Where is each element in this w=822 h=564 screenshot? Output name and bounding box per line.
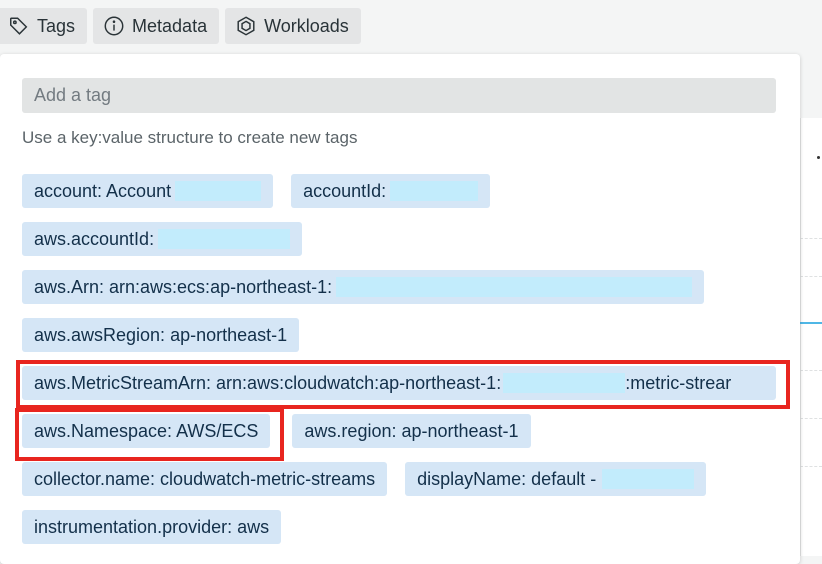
- tag-chip-aws-namespace[interactable]: aws.Namespace: AWS/ECS: [22, 414, 271, 448]
- redacted-value: [158, 229, 291, 249]
- tag-chip-label: displayName: default -: [417, 468, 597, 489]
- background-gridline: [800, 418, 822, 419]
- redacted-value: [390, 181, 479, 201]
- tag-chip-instrumentation-provider[interactable]: instrumentation.provider: aws: [22, 510, 282, 544]
- tag-chip-aws-awsregion[interactable]: aws.awsRegion: ap-northeast-1: [22, 318, 300, 352]
- tag-hint-text: Use a key:value structure to create new …: [22, 128, 358, 147]
- background-gridline: [800, 238, 822, 239]
- tag-chip-label: aws.Arn: arn:aws:ecs:ap-northeast-1:: [34, 276, 333, 297]
- redacted-value: [602, 469, 695, 489]
- background-gridline: [800, 276, 822, 277]
- background-marker: [817, 156, 820, 159]
- tag-chip-aws-accountid[interactable]: aws.accountId:: [22, 222, 303, 256]
- tag-list: account: Account accountId: aws.accountI…: [22, 174, 782, 558]
- redacted-value: [175, 181, 262, 201]
- tag-chip-label: account: Account: [34, 180, 172, 201]
- tab-bar: Tags Metadata Workloads: [0, 8, 361, 44]
- background-page: [800, 118, 822, 556]
- tab-workloads[interactable]: Workloads: [225, 8, 361, 44]
- tag-chip-label: collector.name: cloudwatch-metric-stream…: [34, 468, 376, 489]
- hexagon-icon: [235, 15, 257, 37]
- tag-chip-label-suffix: :metric-strear: [625, 372, 732, 393]
- tag-chip-account[interactable]: account: Account: [22, 174, 274, 208]
- tag-chip-accountid[interactable]: accountId:: [291, 174, 491, 208]
- tag-chip-collector-name[interactable]: collector.name: cloudwatch-metric-stream…: [22, 462, 388, 496]
- tag-chip-aws-region[interactable]: aws.region: ap-northeast-1: [292, 414, 531, 448]
- tag-chip-aws-arn[interactable]: aws.Arn: arn:aws:ecs:ap-northeast-1:: [22, 270, 705, 304]
- tab-workloads-label: Workloads: [264, 15, 349, 36]
- redacted-value: [336, 277, 693, 297]
- tag-icon: [8, 15, 30, 37]
- tab-metadata[interactable]: Metadata: [93, 8, 220, 44]
- tag-chip-label: aws.accountId:: [34, 228, 155, 249]
- background-gridline: [800, 466, 822, 467]
- tab-metadata-label: Metadata: [132, 15, 208, 36]
- info-icon: [103, 15, 125, 37]
- add-tag-input[interactable]: [22, 78, 776, 113]
- tag-chip-label: aws.MetricStreamArn: arn:aws:cloudwatch:…: [34, 372, 502, 393]
- tag-chip-label: instrumentation.provider: aws: [34, 516, 270, 537]
- redacted-value: [503, 373, 626, 393]
- tag-chip-display-name[interactable]: displayName: default -: [405, 462, 707, 496]
- tag-chip-label: aws.awsRegion: ap-northeast-1: [34, 324, 288, 345]
- tag-chip-label: accountId:: [303, 180, 387, 201]
- tag-chip-label: aws.region: ap-northeast-1: [304, 420, 519, 441]
- tab-tags-label: Tags: [37, 15, 76, 36]
- background-gridline: [800, 370, 822, 371]
- tab-tags[interactable]: Tags: [0, 8, 88, 44]
- tag-chip-label: aws.Namespace: AWS/ECS: [34, 420, 259, 441]
- background-chart-line: [800, 322, 822, 324]
- tag-chip-metric-stream-arn[interactable]: aws.MetricStreamArn: arn:aws:cloudwatch:…: [22, 366, 776, 400]
- tags-panel: Use a key:value structure to create new …: [0, 54, 800, 564]
